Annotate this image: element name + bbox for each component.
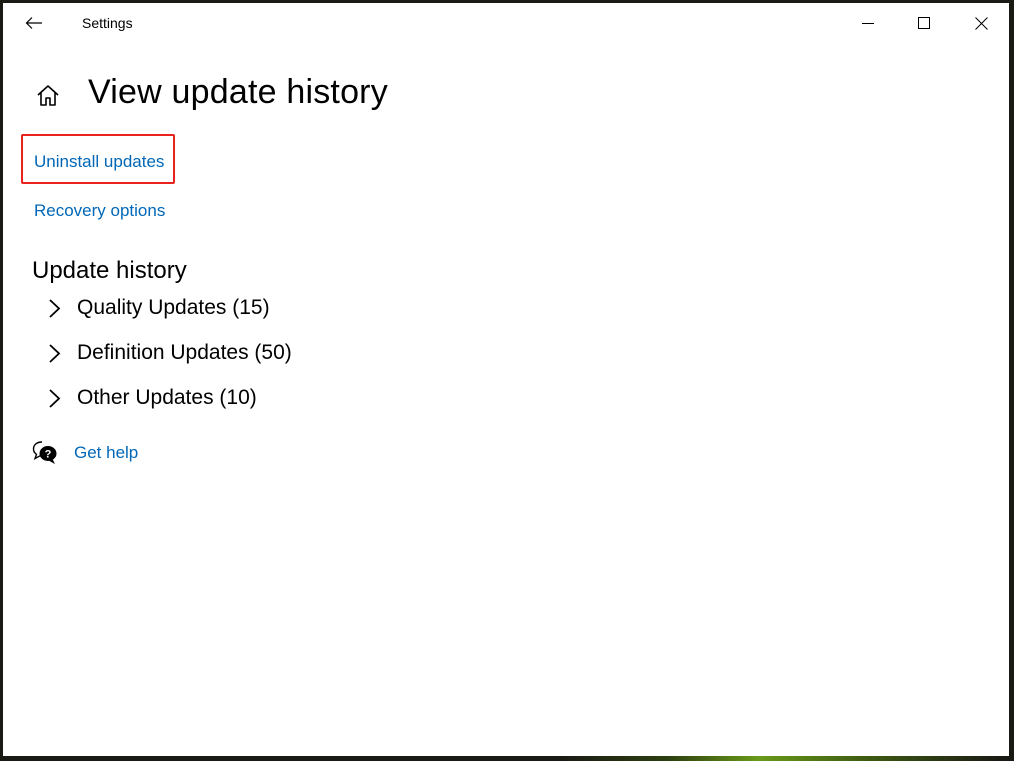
close-button[interactable] <box>953 3 1009 43</box>
uninstall-updates-link[interactable]: Uninstall updates <box>34 152 164 172</box>
page-title: View update history <box>88 73 388 111</box>
close-icon <box>974 16 988 30</box>
definition-updates-group[interactable]: Definition Updates (50) <box>43 335 292 371</box>
update-history-heading: Update history <box>32 257 187 284</box>
quality-updates-group[interactable]: Quality Updates (15) <box>43 290 270 326</box>
chevron-right-icon <box>49 299 61 318</box>
chevron-right-icon <box>49 344 61 363</box>
minimize-icon <box>862 23 874 24</box>
group-label: Quality Updates (15) <box>77 296 270 319</box>
group-label: Definition Updates (50) <box>77 341 292 364</box>
other-updates-group[interactable]: Other Updates (10) <box>43 380 257 416</box>
maximize-button[interactable] <box>896 3 952 43</box>
back-arrow-icon <box>25 17 42 29</box>
chevron-right-icon <box>49 389 61 408</box>
home-button[interactable] <box>35 83 61 109</box>
minimize-button[interactable] <box>840 3 896 43</box>
window-title: Settings <box>82 15 133 31</box>
recovery-options-link[interactable]: Recovery options <box>34 201 165 221</box>
home-icon <box>37 85 59 106</box>
group-label: Other Updates (10) <box>77 386 257 409</box>
get-help-icon-wrap[interactable]: ? <box>32 440 58 466</box>
chat-help-icon: ? <box>32 441 57 464</box>
title-bar: Settings <box>3 3 1009 43</box>
maximize-icon <box>918 17 930 29</box>
svg-text:?: ? <box>45 449 52 461</box>
get-help-link[interactable]: Get help <box>74 443 138 463</box>
settings-window: Settings View update history Uninstall u… <box>3 3 1009 756</box>
back-button[interactable] <box>19 9 49 37</box>
